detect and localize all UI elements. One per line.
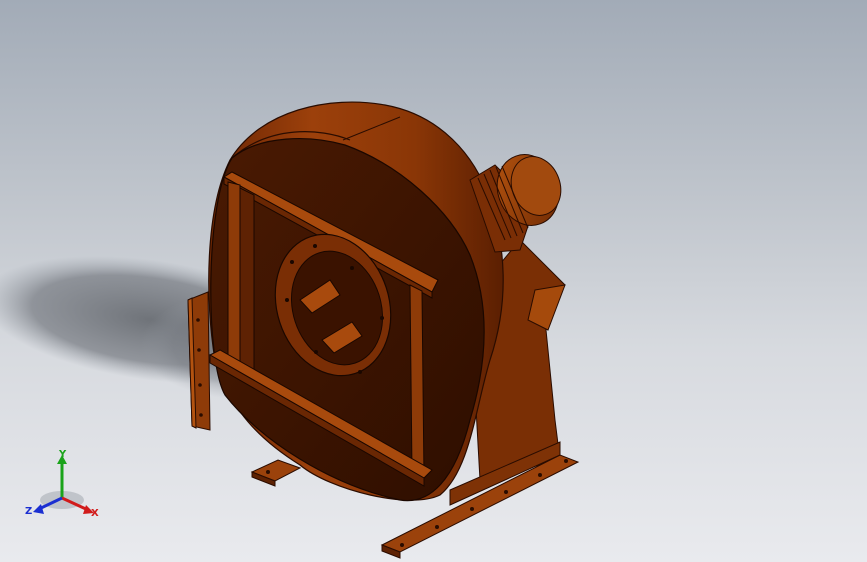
frame-left-post <box>227 181 241 373</box>
graphics-viewport[interactable]: Y X Z <box>0 0 867 562</box>
z-axis-label: Z <box>25 506 32 517</box>
centrifugal-fan-model[interactable] <box>0 0 867 562</box>
frame-right-post <box>409 284 425 479</box>
frame-left-post-inner <box>239 187 255 379</box>
y-axis-label: Y <box>58 449 67 460</box>
orientation-triad[interactable]: Y X Z <box>22 448 112 524</box>
z-axis-arrow <box>33 504 44 514</box>
x-axis-label: X <box>91 508 99 519</box>
